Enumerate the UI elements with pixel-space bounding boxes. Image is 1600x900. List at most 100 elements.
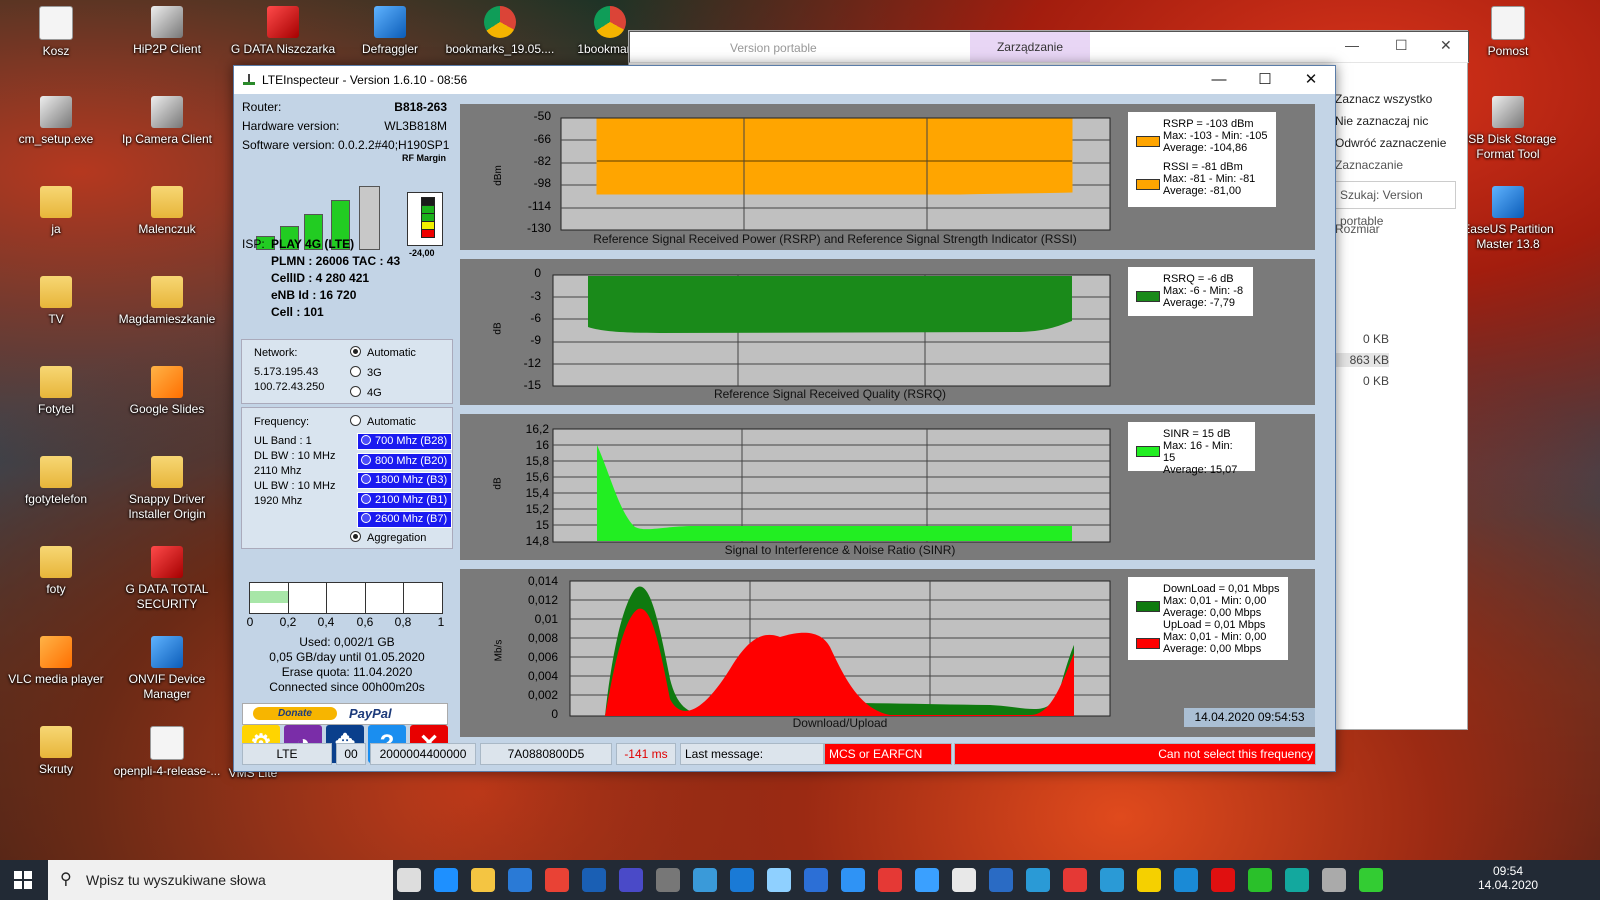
clock[interactable]: 09:54 14.04.2020 [1478,864,1538,892]
desktop-icon[interactable]: Snappy Driver Installer Origin [112,456,222,522]
band-b7-button[interactable]: 2600 Mhz (B7) [357,511,452,528]
window-titlebar[interactable]: LTEInspecteur - Version 1.6.10 - 08:56 —… [234,66,1335,94]
desktop-icon[interactable]: Ip Camera Client [112,96,222,147]
taskbar-app-icon[interactable] [1063,868,1087,892]
lteinspecteur-window[interactable]: LTEInspecteur - Version 1.6.10 - 08:56 —… [233,65,1336,772]
band-b1-button[interactable]: 2100 Mhz (B1) [357,492,452,509]
maximize-button[interactable]: ☐ [1242,68,1288,92]
orange-icon [151,366,183,398]
taskbar-app-icon[interactable] [1100,868,1124,892]
ip-address: 5.173.195.43 [254,366,319,378]
taskbar-app-icon[interactable] [767,868,791,892]
sinr-legend: SINR = 15 dB Max: 16 - Min: 15 Average: … [1128,422,1255,476]
close-button[interactable]: ✕ [1288,68,1334,92]
desktop-icon[interactable]: Pomost [1453,6,1563,59]
desktop-icon[interactable]: G DATA Niszczarka [228,6,338,57]
status-latency: -141 ms [616,743,676,765]
network-radio-automatic[interactable]: Automatic [350,346,416,359]
desktop-icon[interactable]: foty [1,546,111,597]
taskbar-app-icon[interactable] [915,868,939,892]
desktop-icon-label: cm_setup.exe [18,132,94,146]
desktop-icon[interactable]: TV [1,276,111,327]
frequency-radio-automatic[interactable]: Automatic [350,415,416,428]
menu-select-all[interactable]: Zaznacz wszystko [1335,92,1432,106]
quota-per-day: 0,05 GB/day until 01.05.2020 [269,650,425,664]
desktop-icon[interactable]: Malenczuk [112,186,222,237]
taskbar-app-icon[interactable] [1322,868,1346,892]
desktop-icon[interactable]: EaseUS Partition Master 13.8 [1453,186,1563,252]
taskbar-app-icon[interactable] [619,868,643,892]
freq-detail: UL BW : 10 MHz [254,480,336,492]
desktop-icon[interactable]: Fotytel [1,366,111,417]
minimize-button[interactable]: — [1196,68,1242,92]
y-tick: -6 [530,311,541,325]
taskbar-app-icon[interactable] [1174,868,1198,892]
taskbar-app-icon[interactable] [1137,868,1161,892]
taskbar-app-icon[interactable] [1359,868,1383,892]
taskbar-app-icon[interactable] [508,868,532,892]
taskbar-search-input[interactable]: ⚲ Wpisz tu wyszukiwane słowa [48,860,393,900]
network-radio-3g[interactable]: 3G [350,366,382,379]
band-b28-button[interactable]: 700 Mhz (B28) [357,433,452,450]
cell-id: CellID : 4 280 421 [271,271,370,285]
desktop-icon[interactable]: HiP2P Client [112,6,222,57]
band-b3-button[interactable]: 1800 Mhz (B3) [357,472,452,489]
desktop-icon[interactable]: bookmarks_19.05.... [445,6,555,57]
taskbar-app-icon[interactable] [1026,868,1050,892]
taskbar-app-icon[interactable] [471,868,495,892]
legend-line: UpLoad = 0,01 Mbps [1163,619,1266,631]
taskbar-app-icon[interactable] [989,868,1013,892]
taskbar-app-icon[interactable] [804,868,828,892]
network-radio-4g[interactable]: 4G [350,386,382,399]
donate-paypal-button[interactable]: Donate PayPal [242,703,448,725]
taskbar-app-icon[interactable] [841,868,865,892]
taskbar-app-icon[interactable] [545,868,569,892]
taskbar-app-icon[interactable] [582,868,606,892]
desktop-icon[interactable]: VLC media player [1,636,111,687]
desktop-icon[interactable]: Defraggler [335,6,445,57]
taskbar-app-icon[interactable] [1285,868,1309,892]
y-tick: -98 [533,176,551,190]
menu-select-none[interactable]: Nie zaznaczaj nic [1335,114,1428,128]
explorer-maximize-icon[interactable]: ☐ [1395,37,1408,54]
desktop-icon[interactable]: ja [1,186,111,237]
ribbon-tab-manage[interactable]: Zarządzanie [970,32,1090,62]
desktop-icon[interactable]: openpli-4-release-... [112,726,222,779]
desktop-icon[interactable]: USB Disk Storage Format Tool [1453,96,1563,162]
desktop-icon[interactable]: fgotytelefon [1,456,111,507]
desktop-icon[interactable]: cm_setup.exe [1,96,111,147]
taskbar-app-icon[interactable] [434,868,458,892]
windows-start-icon[interactable] [14,871,32,889]
desktop-icon-label: USB Disk Storage Format Tool [1459,132,1557,161]
desktop-icon[interactable]: G DATA TOTAL SECURITY [112,546,222,612]
isp-info: PLAY 4G (LTE) PLMN : 26006 TAC : 43 Cell… [271,236,400,321]
app-antenna-icon [243,74,255,85]
explorer-close-icon[interactable]: ✕ [1440,37,1452,54]
menu-invert-selection[interactable]: Odwróć zaznaczenie [1335,136,1446,150]
taskbar-app-icon[interactable] [878,868,902,892]
desktop-icon[interactable]: Google Slides [112,366,222,417]
taskbar-app-icon[interactable] [730,868,754,892]
legend-swatch [1136,291,1160,302]
taskbar-app-icon[interactable] [656,868,680,892]
desktop-icon[interactable]: Kosz [1,6,111,59]
folder-icon [40,366,72,398]
sinr-chart-title: Signal to Interference & Noise Ratio (SI… [724,543,956,557]
taskbar-app-icon[interactable] [952,868,976,892]
desktop-icon[interactable]: Skruty [1,726,111,777]
taskbar-app-icon[interactable] [397,868,421,892]
aggregation-radio[interactable]: Aggregation [350,531,426,544]
explorer-search-input[interactable]: Szukaj: Version portable [1335,181,1456,228]
y-tick: -130 [526,221,551,235]
status-mode: LTE [242,743,332,765]
band-b20-button[interactable]: 800 Mhz (B20) [357,453,452,470]
taskbar-app-icon[interactable] [693,868,717,892]
column-header-size[interactable]: Rozmiar [1335,222,1380,236]
explorer-minimize-icon[interactable]: — [1345,37,1359,53]
taskbar-app-icon[interactable] [1211,868,1235,892]
y-tick: 0,014 [527,574,558,588]
desktop-icon[interactable]: Magdamieszkanie [112,276,222,327]
desktop-icon[interactable]: ONVIF Device Manager [112,636,222,702]
taskbar-app-icon[interactable] [1248,868,1272,892]
explorer-titlebar: Version portable Zarządzanie — ☐ ✕ [629,31,1469,63]
